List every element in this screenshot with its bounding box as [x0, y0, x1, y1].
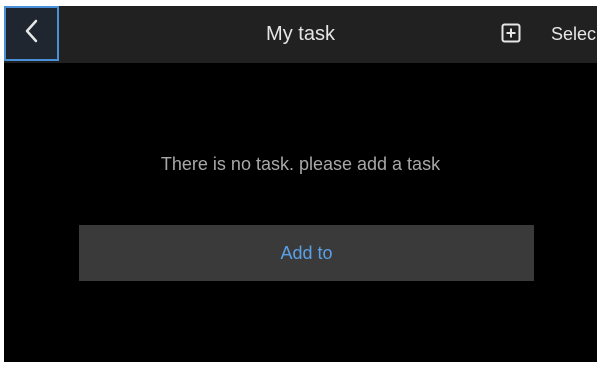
chevron-left-icon: [23, 18, 41, 49]
select-button[interactable]: Selec: [551, 6, 597, 63]
back-button[interactable]: [4, 6, 59, 61]
task-screen: My task Selec There is no task. please a…: [4, 6, 597, 362]
add-to-button[interactable]: Add to: [79, 225, 534, 281]
plus-square-icon: [501, 23, 521, 48]
empty-state-message: There is no task. please add a task: [160, 154, 441, 174]
add-task-icon-button[interactable]: [501, 23, 521, 48]
header-bar: My task Selec: [4, 6, 597, 63]
add-to-button-label: Add to: [280, 242, 333, 263]
